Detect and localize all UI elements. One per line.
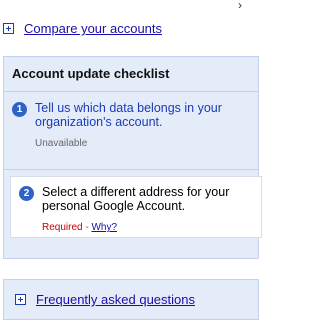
partial-chevron-icon: › [238,0,242,12]
faq-link[interactable]: Frequently asked questions [36,292,195,307]
step-number-badge: 2 [19,186,34,201]
step-2-status: Required - Why? [42,221,253,235]
compare-accounts-link[interactable]: Compare your accounts [24,21,162,36]
account-update-checklist: Account update checklist 1 Tell us which… [3,56,262,259]
step-2-title: Select a different address for your pers… [42,185,230,213]
expand-plus-icon[interactable] [15,294,26,305]
why-link[interactable]: Why? [91,222,117,233]
page: › Compare your accounts Account update c… [0,0,262,328]
checklist-step-2: 2 Select a different address for your pe… [10,176,262,238]
step-number-badge: 1 [12,102,27,117]
faq-panel[interactable]: Frequently asked questions [3,279,259,320]
expand-plus-icon[interactable] [3,23,14,34]
checklist-step-1: 1 Tell us which data belongs in your org… [4,92,258,170]
step-1-title: Tell us which data belongs in your organ… [35,101,222,129]
checklist-title: Account update checklist [4,57,258,92]
compare-accounts-row[interactable]: Compare your accounts [3,21,162,36]
step-1-status: Unavailable [35,138,88,149]
required-label: Required [42,222,83,233]
